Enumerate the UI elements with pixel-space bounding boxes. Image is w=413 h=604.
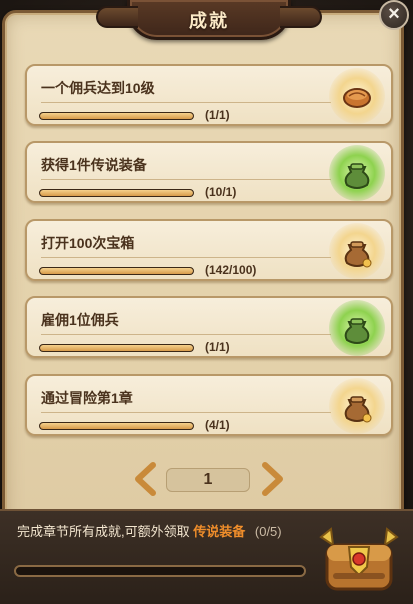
chapter-reward-button[interactable] [311,515,407,601]
next-page-button[interactable] [261,462,285,496]
progress-fill [40,268,193,274]
progress-fill [40,113,193,119]
divider [41,334,331,335]
arrow-right-icon [262,462,283,496]
bread-icon [343,88,371,108]
progress-text: (4/1) [205,418,230,432]
progress-bar [39,422,194,430]
footer-text-prefix: 完成章节所有成就,可额外领取 [17,524,190,539]
progress-fill [40,423,193,429]
green-pouch-icon [344,163,370,189]
achievement-card: 通过冒险第1章 (4/1) [25,374,393,436]
achievement-title: 获得1件传说装备 [41,157,147,173]
progress-bar [39,344,194,352]
achievement-card: 一个佣兵达到10级 (1/1) [25,64,393,126]
reward-claim-button[interactable] [329,378,385,434]
reward-claim-button[interactable] [329,68,385,124]
achievement-card: 打开100次宝箱 (142/100) [25,219,393,281]
progress-text: (10/1) [205,185,237,199]
achievement-card: 雇佣1位佣兵 (1/1) [25,296,393,358]
progress-text: (142/100) [205,263,257,277]
achievement-card: 获得1件传说装备 (10/1) [25,141,393,203]
divider [41,412,331,413]
coin-pouch-icon [344,241,372,268]
divider [41,102,331,103]
achievement-title: 一个佣兵达到10级 [41,80,155,96]
green-pouch-icon [344,318,370,344]
footer-description: 完成章节所有成就,可额外领取 传说装备 (0/5) [17,521,282,540]
progress-bar [39,267,194,275]
progress-fill [40,190,193,196]
reward-claim-button[interactable] [329,223,385,279]
arrow-left-icon [135,462,156,496]
progress-fill [40,345,193,351]
reward-claim-button[interactable] [329,300,385,356]
progress-bar [39,112,194,120]
footer-highlight: 传说装备 [193,524,246,539]
chapter-progress-bar [14,565,306,577]
window-title: 成就 [189,11,229,31]
coin-pouch-icon [344,396,372,423]
progress-text: (1/1) [205,108,230,122]
progress-text: (1/1) [205,340,230,354]
achievement-title: 通过冒险第1章 [41,390,133,406]
title-plate: 成就 [96,0,322,40]
achievement-title: 打开100次宝箱 [41,235,135,251]
page-number: 1 [166,468,250,492]
golden-chest-icon [319,527,399,591]
divider [41,179,331,180]
close-button[interactable]: × [379,0,409,30]
progress-bar [39,189,194,197]
achievement-title: 雇佣1位佣兵 [41,312,119,328]
divider [41,257,331,258]
footer-count: (0/5) [254,524,282,539]
prev-page-button[interactable] [133,462,157,496]
reward-claim-button[interactable] [329,145,385,201]
